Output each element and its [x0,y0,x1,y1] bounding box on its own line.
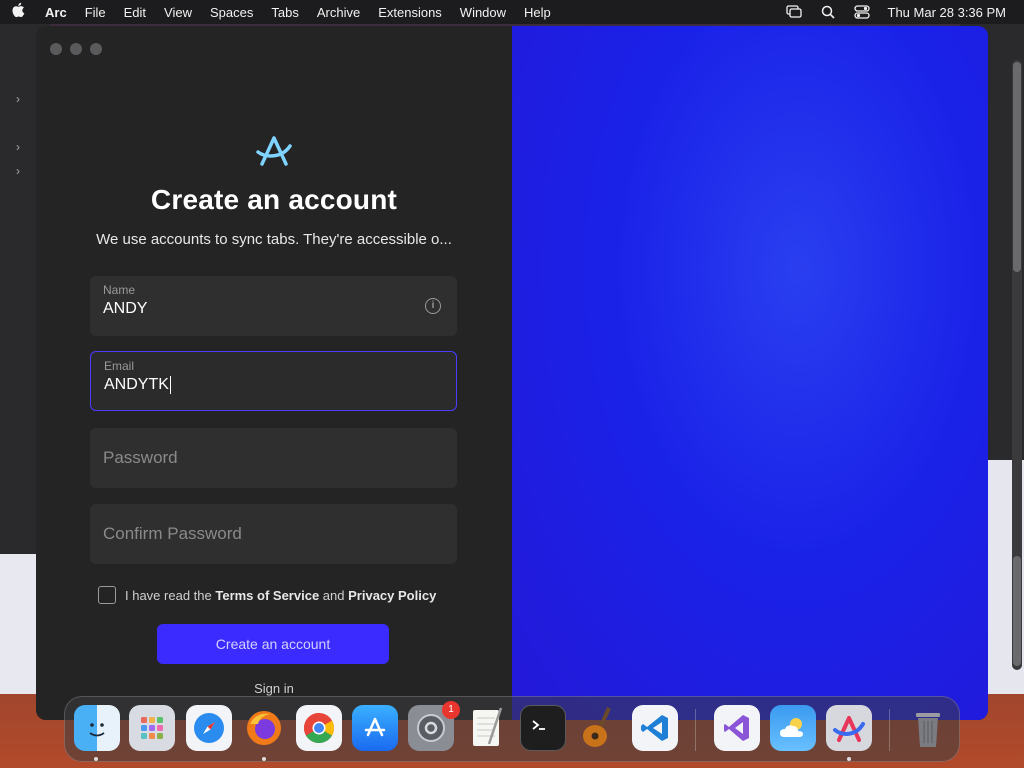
sign-in-link[interactable]: Sign in [36,681,512,696]
notification-badge: 1 [442,701,460,719]
menu-clock[interactable]: Thu Mar 28 3:36 PM [888,5,1007,20]
menu-bar: Arc File Edit View Spaces Tabs Archive E… [0,0,1024,24]
running-indicator [262,757,266,761]
weather-icon[interactable] [770,705,816,751]
name-label: Name [103,283,136,297]
menu-window[interactable]: Window [451,5,515,20]
menu-help[interactable]: Help [515,5,560,20]
screen-mirroring-icon[interactable] [785,5,802,19]
close-window-button[interactable] [50,43,62,55]
launchpad-icon[interactable] [129,705,175,751]
apple-menu-icon[interactable] [0,2,36,22]
dock-separator [695,709,696,751]
app-store-icon[interactable] [352,705,398,751]
menu-view[interactable]: View [155,5,201,20]
page-subtitle: We use accounts to sync tabs. They're ac… [96,231,452,248]
control-center-icon[interactable] [853,5,870,19]
chevron-right-icon: › [16,140,20,154]
name-field[interactable]: Name ANDY i [90,276,457,336]
arc-app-icon[interactable] [826,705,872,751]
info-icon[interactable]: i [425,298,441,314]
menu-edit[interactable]: Edit [115,5,155,20]
page-title: Create an account [150,184,398,215]
terms-checkbox[interactable] [98,586,116,604]
dock-separator [889,709,890,751]
finder-icon[interactable] [74,705,120,751]
firefox-icon[interactable] [241,705,287,751]
zigzag-divider [506,26,518,720]
menu-spaces[interactable]: Spaces [201,5,262,20]
vscode-icon[interactable] [632,705,678,751]
terminal-icon[interactable] [520,705,566,751]
arc-onboarding-window: Create an account We use accounts to syn… [36,26,988,720]
agree-text: I have read the Terms of Service and Pri… [125,587,437,603]
menu-extensions[interactable]: Extensions [369,5,451,20]
menu-file[interactable]: File [76,5,115,20]
running-indicator [94,757,98,761]
password-placeholder: Password [103,448,178,467]
confirm-password-placeholder: Confirm Password [103,524,242,543]
name-value[interactable]: ANDY [103,300,147,318]
email-value[interactable]: ANDYTK [104,376,171,394]
terms-link[interactable]: Terms of Service [215,588,319,603]
visual-studio-icon[interactable] [714,705,760,751]
menu-archive[interactable]: Archive [308,5,369,20]
signup-pane: Create an account We use accounts to syn… [36,26,512,720]
email-field[interactable]: Email ANDYTK [90,351,457,411]
scrollbar-thumb[interactable] [1013,556,1021,666]
textedit-icon[interactable] [464,705,510,751]
menu-app-arc[interactable]: Arc [36,5,76,20]
scrollbar-thumb[interactable] [1013,62,1021,272]
trash-icon[interactable] [905,705,951,751]
privacy-link[interactable]: Privacy Policy [348,588,436,603]
zoom-window-button[interactable] [90,43,102,55]
terms-agreement: I have read the Terms of Service and Pri… [98,586,436,604]
password-field[interactable]: Password [90,428,457,488]
window-controls [50,43,102,55]
garageband-icon[interactable] [576,705,622,751]
minimize-window-button[interactable] [70,43,82,55]
arc-logo-icon [256,136,292,166]
chevron-right-icon: › [16,92,20,106]
running-indicator [847,757,851,761]
confirm-password-field[interactable]: Confirm Password [90,504,457,564]
spotlight-search-icon[interactable] [820,5,836,19]
dock: 1 [64,696,960,762]
decorative-gradient-pane [512,26,988,720]
chrome-icon[interactable] [296,705,342,751]
create-account-button[interactable]: Create an account [157,624,389,664]
chevron-right-icon: › [16,164,20,178]
email-label: Email [104,359,135,373]
system-settings-icon[interactable]: 1 [408,701,460,751]
menu-tabs[interactable]: Tabs [262,5,307,20]
safari-icon[interactable] [186,705,232,751]
